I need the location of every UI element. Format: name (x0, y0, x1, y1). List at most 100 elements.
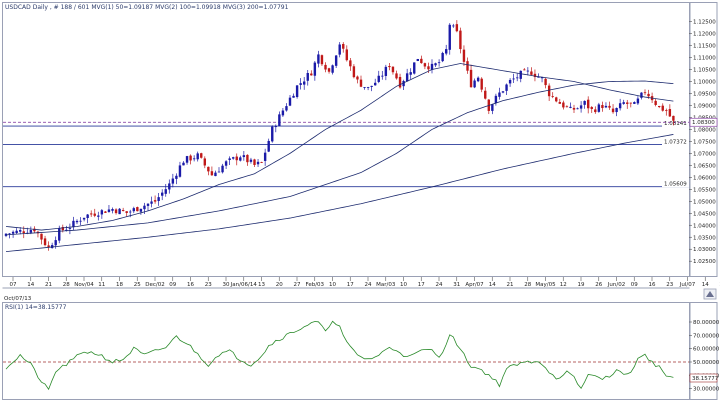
candle-body (669, 109, 671, 116)
time-tick-label: 21 (45, 282, 52, 288)
time-tick-label: 09 (169, 282, 176, 288)
candle-body (370, 86, 372, 87)
candle-body (672, 116, 674, 121)
candle-body (133, 208, 135, 211)
price-tick-label: 1.09500 (693, 91, 716, 97)
time-tick-label: 13 (258, 282, 265, 288)
candle-body (346, 49, 348, 60)
price-tick-label: 1.11000 (693, 56, 716, 62)
candle-body (445, 49, 447, 53)
chart-window: USDCADDaily , # 188 / 601MVG(1) 50=1.091… (0, 0, 720, 403)
candle-body (665, 110, 667, 111)
candle-body (498, 93, 500, 97)
time-tick-label: 24 (436, 282, 443, 288)
candle-body (594, 109, 596, 112)
candle-body (349, 60, 351, 66)
time-range-start-label: Oct/07/13 (4, 296, 32, 302)
time-tick-label: 17 (418, 282, 425, 288)
candle-body (523, 69, 525, 70)
candle-body (23, 231, 25, 233)
candle-body (58, 228, 60, 241)
rsi-last-value-label: 38.15777 (692, 376, 719, 382)
candle-body (580, 105, 582, 108)
time-tick-label: 10 (329, 282, 336, 288)
candle-body (378, 76, 380, 82)
candle-body (481, 79, 483, 90)
price-tick-label: 1.11500 (693, 44, 716, 50)
candle-body (143, 206, 145, 209)
candle-body (587, 100, 589, 109)
candle-body (200, 153, 202, 158)
candle-body (353, 66, 355, 77)
candle-body (452, 26, 454, 27)
time-tick-label: 31 (453, 282, 460, 288)
support-level-label: 1.05609 (664, 182, 687, 188)
candle-body (555, 97, 557, 101)
candle-body (221, 166, 223, 173)
time-tick-label: May/05 (535, 282, 556, 288)
candle-body (339, 45, 341, 55)
time-tick-label: Feb/03 (305, 282, 324, 288)
candle-body (417, 59, 419, 61)
time-tick-label: 23 (205, 282, 212, 288)
candle-body (470, 70, 472, 87)
rsi-line (6, 321, 673, 389)
candle-body (83, 218, 85, 220)
rsi-plot: 30.0000040.0000050.0000060.0000070.00000… (3, 320, 720, 393)
candle-body (239, 157, 241, 160)
candle-body (278, 114, 280, 126)
time-tick-label: Dec/02 (145, 282, 165, 288)
candle-body (55, 240, 57, 245)
price-tick-label: 1.08000 (693, 127, 716, 133)
candle-body (44, 238, 46, 245)
candle-body (296, 85, 298, 97)
moving-average-line (6, 64, 673, 231)
candle-body (104, 211, 106, 212)
candle-body (289, 98, 291, 106)
candle-body (122, 210, 124, 211)
panel-resize-handle[interactable] (704, 289, 716, 299)
candle-body (101, 210, 103, 214)
candle-body (310, 74, 312, 76)
candle-body (232, 157, 234, 158)
candle-body (275, 126, 277, 127)
candle-body (630, 103, 632, 104)
price-tick-label: 1.05000 (693, 199, 716, 205)
price-tick-label: 1.07500 (693, 139, 716, 145)
candle-body (243, 155, 245, 157)
candle-body (30, 230, 32, 233)
candle-body (19, 230, 21, 232)
candle-body (381, 76, 383, 77)
candle-body (307, 73, 309, 81)
candle-body (484, 91, 486, 99)
candle-body (225, 161, 227, 165)
candle-body (94, 214, 96, 216)
candle-body (342, 44, 344, 49)
price-tick-label: 1.05500 (693, 187, 716, 193)
candle-body (360, 80, 362, 87)
price-tick-label: 1.06000 (693, 175, 716, 181)
candle-body (321, 55, 323, 64)
candle-body (140, 209, 142, 212)
time-tick-label: Jan/06/14 (230, 282, 258, 288)
candle-body (90, 213, 92, 214)
candle-body (197, 153, 199, 159)
candle-body (317, 54, 319, 63)
time-tick-label: 28 (524, 282, 531, 288)
time-tick-label: 19 (578, 282, 585, 288)
candle-body (179, 165, 181, 176)
candle-body (76, 221, 78, 222)
candle-body (640, 93, 642, 98)
candle-body (615, 108, 617, 112)
candle-body (473, 81, 475, 88)
candle-body (566, 106, 568, 107)
candle-body (172, 179, 174, 184)
time-tick-label: 09 (631, 282, 638, 288)
candle-body (399, 77, 401, 87)
candle-body (250, 160, 252, 162)
time-tick-label: 27 (294, 282, 301, 288)
candle-body (512, 79, 514, 80)
candle-body (189, 156, 191, 161)
candle-body (459, 31, 461, 49)
moving-average-line (6, 134, 673, 251)
